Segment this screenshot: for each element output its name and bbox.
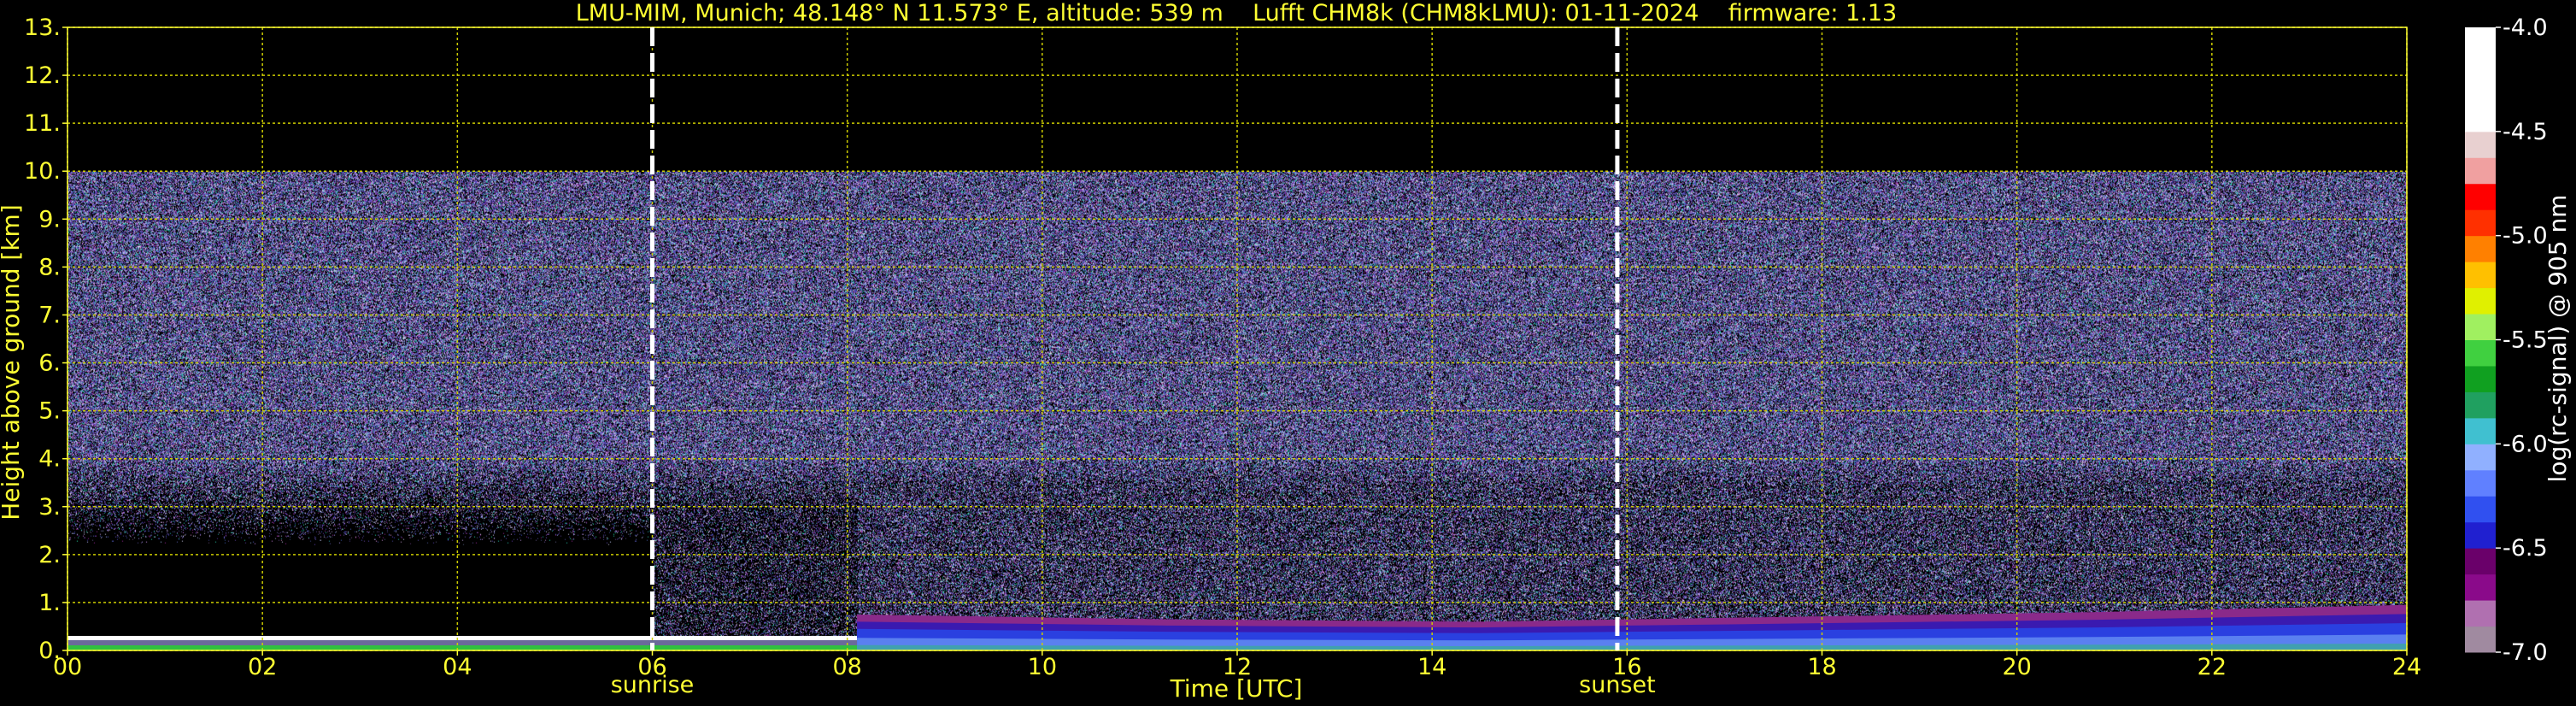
- y-axis-label: Height above ground [km]: [0, 204, 25, 521]
- surface-layer-base: [67, 645, 858, 650]
- colorbar-segment: [2465, 600, 2496, 627]
- x-tick-label: 00: [53, 654, 82, 680]
- x-tick-label: 14: [1417, 654, 1446, 680]
- x-tick-label: 24: [2392, 654, 2421, 680]
- y-tick-label: 11.: [24, 110, 61, 137]
- colorbar-segment: [2465, 314, 2496, 340]
- x-tick-label: 20: [2002, 654, 2031, 680]
- colorbar-segment: [2465, 53, 2496, 80]
- chart-title: LMU-MIM, Munich; 48.148° N 11.573° E, al…: [576, 0, 1897, 26]
- colorbar-segment: [2465, 157, 2496, 185]
- colorbar-tick-label: -5.5: [2503, 327, 2548, 354]
- colorbar-segment: [2465, 262, 2496, 289]
- y-tick-label: 8.: [38, 254, 61, 280]
- y-tick-label: 12.: [24, 62, 61, 89]
- x-tick-label: 16: [1612, 654, 1641, 680]
- colorbar-segment: [2465, 391, 2496, 419]
- y-tick-label: 7.: [38, 302, 61, 328]
- colorbar-segment: [2465, 548, 2496, 575]
- x-tick-labels: 00 02 04 06 08 10 12 14 16 18 20 22 24: [53, 650, 2421, 680]
- x-tick-label: 08: [832, 654, 861, 680]
- colorbar-segment: [2465, 183, 2496, 210]
- y-tick-label: 9.: [38, 206, 61, 232]
- surface-layer-top: [67, 635, 858, 640]
- y-tick-label: 4.: [38, 446, 61, 473]
- y-tick-label: 13.: [24, 15, 61, 41]
- colorbar-tick-label: -4.0: [2503, 15, 2548, 41]
- y-tick-label: 1.: [38, 590, 61, 616]
- colorbar-segment: [2465, 79, 2496, 106]
- y-tick-label: 3.: [38, 494, 61, 521]
- colorbar-segment: [2465, 209, 2496, 237]
- colorbar-tick-label: -6.0: [2503, 431, 2548, 457]
- colorbar-segment: [2465, 469, 2496, 497]
- colorbar-segment: [2465, 339, 2496, 367]
- x-tick-label: 10: [1028, 654, 1057, 680]
- colorbar-segment: [2465, 27, 2496, 54]
- colorbar-segment: [2465, 287, 2496, 315]
- colorbar-segment: [2465, 626, 2496, 653]
- ceilometer-chart: LMU-MIM, Munich; 48.148° N 11.573° E, al…: [0, 0, 2572, 703]
- colorbar-label: log(rc-signal) @ 905 nm: [2544, 195, 2572, 483]
- colorbar-segment: [2465, 496, 2496, 523]
- colorbar-segment: [2465, 365, 2496, 392]
- colorbar-tick-label: -5.0: [2503, 223, 2548, 250]
- colorbar-segment: [2465, 417, 2496, 444]
- x-tick-label: 04: [443, 654, 472, 680]
- colorbar-tick-label: -6.5: [2503, 535, 2548, 562]
- colorbar-segment: [2465, 444, 2496, 471]
- colorbar-tick-label: -7.0: [2503, 639, 2548, 666]
- x-tick-label: 02: [248, 654, 277, 680]
- colorbar-segment: [2465, 235, 2496, 262]
- y-tick-label: 6.: [38, 350, 61, 377]
- x-tick-label: 18: [1807, 654, 1836, 680]
- x-tick-label: 22: [2198, 654, 2227, 680]
- colorbar-segment: [2465, 574, 2496, 601]
- colorbar-segment: [2465, 131, 2496, 158]
- colorbar: -4.0 -4.5 -5.0 -5.5 -6.0 -6.5 -7.0: [2465, 15, 2548, 666]
- x-tick-label: 12: [1223, 654, 1252, 680]
- y-tick-label: 5.: [38, 398, 61, 425]
- colorbar-segment: [2465, 521, 2496, 549]
- y-tick-labels: 0.1.2.3.4.5.6.7.8.9.10.11.12.13.: [24, 15, 67, 664]
- colorbar-segment: [2465, 105, 2496, 132]
- y-tick-label: 2.: [38, 542, 61, 568]
- y-tick-label: 10.: [24, 158, 61, 185]
- colorbar-tick-label: -4.5: [2503, 119, 2548, 145]
- x-tick-label: 06: [637, 654, 666, 680]
